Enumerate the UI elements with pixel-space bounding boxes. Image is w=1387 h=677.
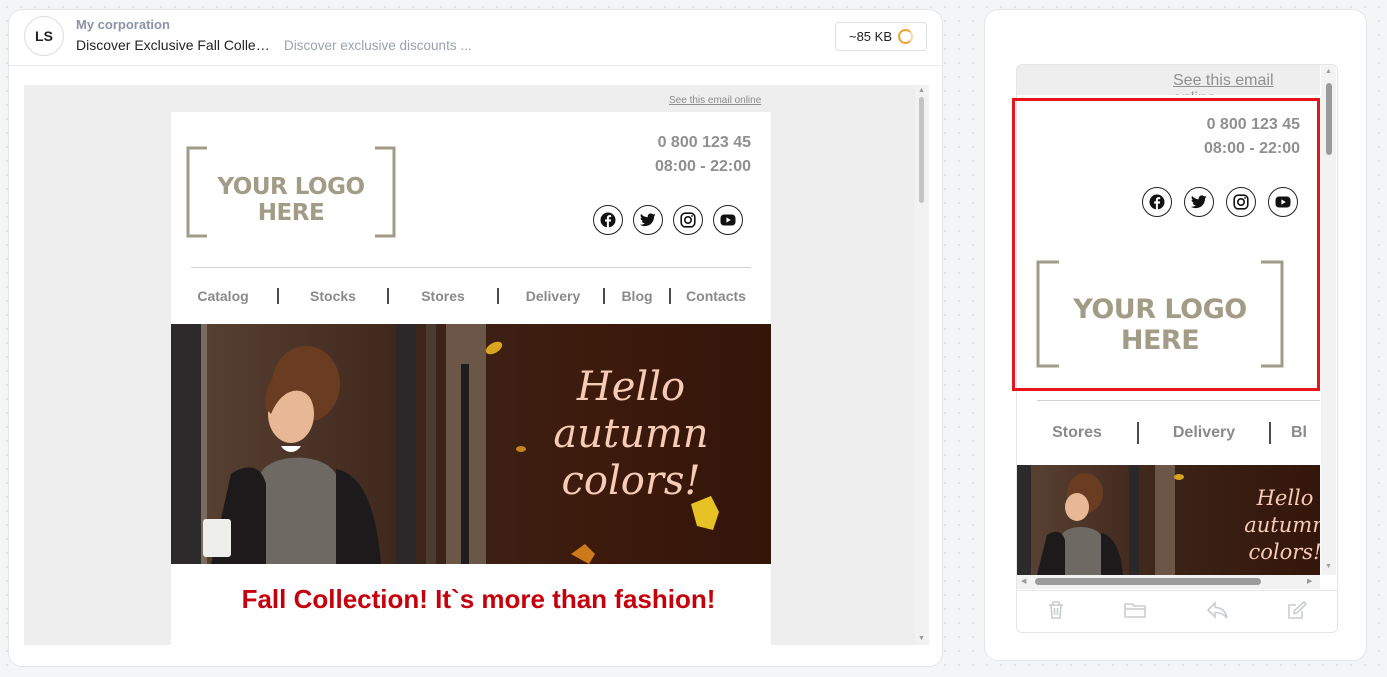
scroll-down-arrow-icon[interactable]: ▼	[1325, 563, 1332, 570]
email-nav: Catalog Stocks Stores Delivery Blog Cont…	[185, 288, 749, 304]
banner-line-3: colors!	[561, 458, 701, 504]
nav-stores[interactable]: Stores	[405, 288, 481, 304]
nav-separator	[387, 288, 389, 304]
scroll-right-arrow-icon[interactable]: ▶	[1307, 578, 1312, 585]
banner-text: Hello autumn colors!	[551, 364, 711, 505]
mobile-hero-banner[interactable]: Hello autumn colors!	[1017, 465, 1320, 575]
email-body: YOUR LOGO HERE 0 800 123 45 08:00 - 22:0…	[171, 112, 771, 645]
nav-delivery[interactable]: Delivery	[1159, 424, 1249, 442]
banner-line-2: autumn	[1244, 513, 1320, 537]
nav-blog[interactable]: Blog	[617, 288, 657, 304]
scrollbar-thumb[interactable]	[919, 97, 924, 203]
nav-separator	[497, 288, 499, 304]
logo-text: YOUR LOGO HERE	[217, 174, 365, 226]
email-preheader: Discover exclusive discounts ...	[284, 38, 472, 53]
scroll-left-arrow-icon[interactable]: ◀	[1021, 578, 1026, 585]
twitter-icon[interactable]	[633, 205, 663, 235]
email-viewport[interactable]: See this email online YOUR LOGO HERE 0 8…	[24, 85, 929, 645]
nav-separator	[1269, 422, 1271, 444]
avatar: LS	[24, 16, 64, 56]
folder-icon[interactable]	[1124, 601, 1147, 624]
edit-icon[interactable]	[1287, 600, 1308, 625]
email-preview-card: LS My corporation Discover Exclusive Fal…	[8, 9, 943, 667]
contact-phone-block: 0 800 123 45 08:00 - 22:00	[551, 131, 751, 179]
email-header: LS My corporation Discover Exclusive Fal…	[9, 10, 942, 66]
mobile-preview-card: See this email online 0 800 123 45 08:00…	[984, 9, 1367, 661]
nav-blog[interactable]: Bl	[1291, 424, 1311, 442]
reply-icon[interactable]	[1206, 600, 1228, 624]
loading-spinner-icon	[898, 29, 913, 44]
banner-line-3: colors!	[1248, 540, 1320, 564]
email-vertical-scrollbar[interactable]: ▲ ▼	[915, 85, 929, 645]
facebook-icon[interactable]	[593, 205, 623, 235]
banner-line-1: Hello	[576, 364, 686, 410]
nav-separator	[1137, 422, 1139, 444]
nav-delivery[interactable]: Delivery	[515, 288, 591, 304]
email-headline: Fall Collection! It`s more than fashion!	[241, 584, 716, 614]
logo-placeholder: YOUR LOGO HERE	[185, 146, 397, 238]
trash-icon[interactable]	[1047, 600, 1065, 625]
email-size-badge[interactable]: ~85 KB	[835, 22, 927, 51]
scroll-down-arrow-icon[interactable]: ▼	[918, 635, 925, 642]
see-online-link[interactable]: See this email online	[669, 95, 761, 106]
nav-separator	[277, 288, 279, 304]
nav-stores[interactable]: Stores	[1037, 424, 1117, 442]
banner-line-2: autumn	[553, 411, 709, 457]
business-hours: 08:00 - 22:00	[654, 158, 751, 175]
instagram-icon[interactable]	[673, 205, 703, 235]
mobile-header-divider	[1037, 400, 1320, 401]
highlight-selection-box	[1012, 98, 1320, 391]
mobile-preview-toolbar	[1017, 590, 1337, 632]
scroll-up-arrow-icon[interactable]: ▲	[918, 87, 925, 94]
nav-stocks[interactable]: Stocks	[295, 288, 371, 304]
mobile-email-nav: Stores Delivery Bl	[1037, 422, 1311, 444]
banner-line-1: Hello	[1256, 486, 1314, 510]
mobile-banner-text: Hello autumn colors!	[1235, 485, 1320, 566]
mobile-horizontal-scrollbar[interactable]: ◀ ▶	[1017, 575, 1320, 589]
youtube-icon[interactable]	[713, 205, 743, 235]
nav-contacts[interactable]: Contacts	[683, 288, 749, 304]
scroll-up-arrow-icon[interactable]: ▲	[1325, 68, 1332, 75]
hero-banner[interactable]: Hello autumn colors!	[171, 324, 771, 564]
social-icons	[593, 205, 743, 235]
nav-separator	[669, 288, 671, 304]
phone-number: 0 800 123 45	[657, 134, 751, 151]
nav-catalog[interactable]: Catalog	[185, 288, 261, 304]
nav-separator	[603, 288, 605, 304]
mobile-vertical-scrollbar[interactable]: ▲ ▼	[1321, 65, 1336, 575]
scrollbar-thumb[interactable]	[1326, 83, 1332, 155]
email-subject: Discover Exclusive Fall Collect...	[76, 37, 276, 53]
scrollbar-thumb[interactable]	[1035, 578, 1261, 585]
header-divider	[191, 267, 751, 268]
sender-name: My corporation	[76, 17, 170, 32]
size-label: ~85 KB	[848, 29, 892, 44]
